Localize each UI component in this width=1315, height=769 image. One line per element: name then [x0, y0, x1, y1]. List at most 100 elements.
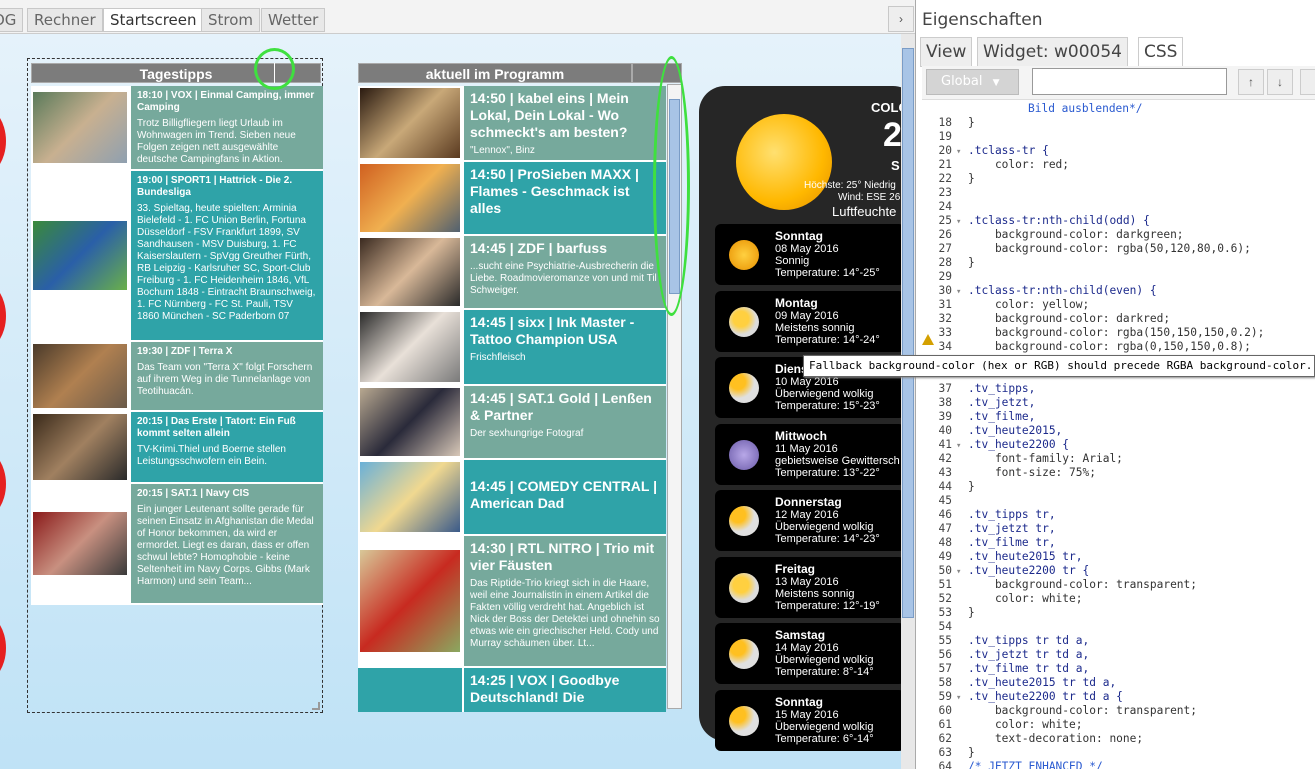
tab-og[interactable]: OG	[0, 8, 24, 32]
thunderstorm-icon	[729, 439, 759, 470]
view-scrollbar[interactable]	[901, 34, 915, 769]
thumbnail-image	[33, 221, 127, 290]
weather-wind: Wind: ESE 26	[838, 192, 901, 203]
view-canvas: OG Rechner Startscreen Strom Wetter › Ta…	[0, 0, 915, 769]
code-line: 58 .tv_heute2015 tr td a,	[938, 676, 1117, 689]
code-line: 52 color: white;	[938, 592, 1083, 605]
forecast-day: Mittwoch 11 May 2016 gebietsweise Gewitter…	[715, 423, 905, 485]
list-item[interactable]: 14:45 | sixx | Ink Master - Tattoo Champ…	[358, 310, 666, 386]
tab-widget[interactable]: Widget: w00054	[977, 37, 1128, 67]
item-title: 19:30 | ZDF | Terra X	[137, 346, 233, 357]
list-item[interactable]: 14:25 | VOX | Goodbye Deutschland! Die	[358, 668, 666, 712]
code-line: 42 font-family: Arial;	[938, 452, 1123, 465]
forecast-day: Montag 09 May 2016 Meistens sonnig Temperat…	[715, 290, 905, 352]
lint-tooltip: Fallback background-color (hex or RGB) s…	[803, 355, 1315, 377]
tab-css[interactable]: CSS	[1138, 37, 1184, 67]
forecast-text: Montag 09 May 2016 Meistens sonnig Temperat…	[775, 295, 880, 346]
list-item[interactable]: 14:45 | COMEDY CENTRAL | American Dad	[358, 460, 666, 536]
red-indicator	[0, 280, 6, 352]
arrow-down-button[interactable]: ↓	[1267, 69, 1293, 95]
weather-temp: 2	[883, 116, 902, 154]
css-toolbar: Global ▼ ↑ ↓	[922, 66, 1315, 100]
scrollbar-thumb[interactable]	[902, 48, 914, 618]
extra-button[interactable]	[1300, 69, 1315, 95]
code-line: 29	[938, 270, 952, 283]
item-title: 14:45 | COMEDY CENTRAL | American Dad	[470, 478, 658, 511]
code-line: 33 background-color: rgba(150,150,150,0.…	[938, 326, 1265, 339]
forecast-day: Sonntag 08 May 2016 Sonnig Temperature: 14°…	[715, 224, 905, 285]
code-line: 41 ▾ .tv_heute2200 {	[938, 438, 1070, 451]
list-item[interactable]: 14:30 | RTL NITRO | Trio mit vier Fäuste…	[358, 536, 666, 668]
code-line: 34 background-color: rgba(0,150,150,0.8)…	[938, 340, 1251, 353]
list-item[interactable]: 14:45 | SAT.1 Gold | Lenßen & Partner Der…	[358, 386, 666, 460]
list-item[interactable]: 19:30 | ZDF | Terra X Das Team von "Terra…	[31, 342, 323, 412]
code-line: Bild ausblenden*/	[1028, 102, 1143, 115]
weather-condition: S	[891, 158, 900, 173]
list-item[interactable]: 14:50 | kabel eins | Mein Lokal, Dein Lo…	[358, 86, 666, 162]
thumbnail-image	[360, 388, 460, 456]
code-line: 57 .tv_filme tr td a,	[938, 662, 1090, 675]
tab-strom[interactable]: Strom	[201, 8, 261, 32]
code-line: 51 background-color: transparent;	[938, 578, 1198, 591]
code-line: 64/* JETZT ENHANCED */	[938, 760, 1103, 769]
item-desc: Der sexhungrige Fotograf	[470, 428, 584, 439]
programm-title: aktuell im Programm	[358, 63, 632, 83]
item-title: 14:25 | VOX | Goodbye Deutschland! Die	[470, 672, 620, 705]
code-line: 18}	[938, 116, 975, 129]
item-title: 14:50 | kabel eins | Mein Lokal, Dein Lo…	[470, 90, 629, 140]
code-line: 53}	[938, 606, 975, 619]
programm-widget[interactable]: aktuell im Programm 14:50 | kabel eins |…	[358, 62, 682, 712]
list-item[interactable]: 14:45 | ZDF | barfuss ...sucht eine Psych…	[358, 236, 666, 310]
item-desc: "Lennox", Binz	[470, 145, 535, 156]
tab-view[interactable]: View	[920, 37, 973, 67]
list-item[interactable]: 14:50 | ProSieben MAXX | Flames - Geschm…	[358, 162, 666, 236]
tab-wetter[interactable]: Wetter	[261, 8, 326, 32]
item-title: 14:45 | ZDF | barfuss	[470, 240, 607, 256]
forecast-day: Freitag 13 May 2016 Meistens sonnig Tempera…	[715, 556, 905, 618]
item-desc: Das Team von "Terra X" folgt Forschern a…	[137, 362, 313, 397]
tagestipps-widget[interactable]: Tagestipps 18:10 | VOX | Einmal Camping,…	[27, 58, 323, 713]
forecast-text: Donnerstag 12 May 2016 Überwiegend wolkig T…	[775, 495, 880, 545]
code-line: 61 color: white;	[938, 718, 1083, 731]
thumbnail-image	[360, 550, 460, 652]
forecast-text: Freitag 13 May 2016 Meistens sonnig Tempera…	[775, 561, 880, 612]
weather-widget[interactable]: COLO 2 S Höchste: 25° Niedrig Wind: ESE …	[699, 86, 915, 751]
weather-humidity: Luftfeuchte	[832, 204, 897, 219]
css-editor[interactable]: Bild ausblenden*/ 18} 19 20 ▾ .tclass-tr {21 …	[916, 100, 1315, 769]
thumbnail-image	[33, 92, 127, 163]
arrow-up-button[interactable]: ↑	[1238, 69, 1264, 95]
item-desc: Trotz Billigfliegern liegt Urlaub im Woh…	[137, 118, 296, 165]
code-line: 62 text-decoration: none;	[938, 732, 1144, 745]
code-line: 20 ▾ .tclass-tr {	[938, 144, 1049, 157]
code-line: 44}	[938, 480, 975, 493]
tab-rechner[interactable]: Rechner	[27, 8, 103, 32]
code-line: 32 background-color: darkred;	[938, 312, 1171, 325]
tab-startscreen[interactable]: Startscreen	[103, 8, 204, 32]
code-line: 39 .tv_filme,	[938, 410, 1036, 423]
code-line: 48 .tv_filme tr,	[938, 536, 1056, 549]
item-title: 18:10 | VOX | Einmal Camping, immer Camp…	[137, 90, 315, 113]
item-desc: ...sucht eine Psychiatrie-Ausbrecherin d…	[470, 261, 657, 296]
list-item[interactable]: 20:15 | Das Erste | Tatort: Ein Fuß komm…	[31, 412, 323, 484]
list-item[interactable]: 18:10 | VOX | Einmal Camping, immer Camp…	[31, 86, 323, 171]
sun-icon	[729, 240, 759, 270]
tab-scroll-right-button[interactable]: ›	[888, 6, 914, 32]
scope-select[interactable]: Global ▼	[926, 69, 1019, 95]
code-line: 31 color: yellow;	[938, 298, 1090, 311]
forecast-text: Samstag 14 May 2016 Überwiegend wolkig Temp…	[775, 628, 874, 678]
code-line: 26 background-color: darkgreen;	[938, 228, 1184, 241]
thumbnail-image	[33, 344, 127, 408]
list-item[interactable]: 20:15 | SAT.1 | Navy CIS Ein junger Leute…	[31, 484, 323, 605]
search-input[interactable]	[1032, 68, 1227, 95]
list-item[interactable]: 19:00 | SPORT1 | Hattrick - Die 2. Bunde…	[31, 171, 323, 342]
code-line: 19	[938, 130, 952, 143]
red-indicator	[0, 612, 6, 684]
resize-handle[interactable]	[312, 702, 320, 710]
thumbnail-image	[360, 164, 460, 232]
code-line: 46 .tv_tipps tr,	[938, 508, 1056, 521]
item-desc: Das Riptide-Trio kriegt sich in die Haar…	[470, 578, 660, 649]
thumbnail-image	[33, 414, 127, 480]
item-desc: 33. Spieltag, heute spielten: Arminia Bi…	[137, 203, 316, 322]
item-title: 20:15 | Das Erste | Tatort: Ein Fuß komm…	[137, 416, 296, 439]
code-line: 59 ▾ .tv_heute2200 tr td a {	[938, 690, 1123, 703]
